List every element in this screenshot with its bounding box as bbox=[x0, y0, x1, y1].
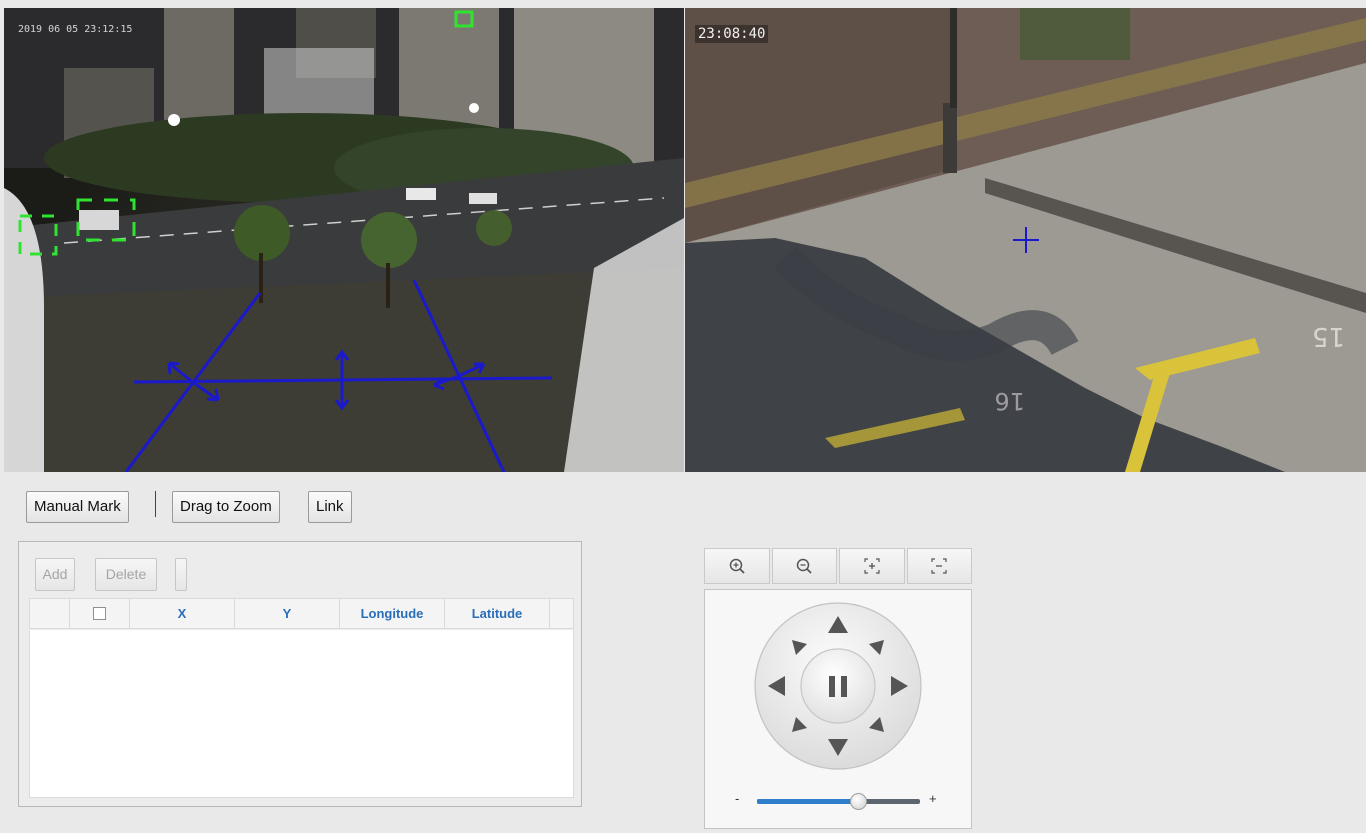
focus-near-icon bbox=[864, 558, 880, 574]
zoom-out-button[interactable] bbox=[771, 548, 837, 584]
column-header-y[interactable]: Y bbox=[235, 599, 340, 628]
svg-text:15: 15 bbox=[1312, 321, 1345, 351]
delete-button[interactable]: Delete bbox=[95, 558, 157, 591]
zoom-out-icon bbox=[797, 558, 812, 574]
ptz-toolbar bbox=[704, 548, 972, 584]
focus-far-button[interactable] bbox=[906, 548, 972, 584]
select-all-cell bbox=[70, 599, 130, 628]
ptz-video[interactable]: 15 16 23:08:40 bbox=[685, 8, 1366, 472]
manual-mark-button[interactable]: Manual Mark bbox=[26, 491, 129, 523]
column-header-longitude[interactable]: Longitude bbox=[340, 599, 445, 628]
toolbar-separator bbox=[155, 491, 156, 517]
slider-max-label: + bbox=[929, 791, 937, 806]
slider-min-label: - bbox=[735, 791, 740, 806]
link-button[interactable]: Link bbox=[308, 491, 352, 523]
zoom-speed-slider[interactable]: - + bbox=[735, 791, 945, 811]
mark-panel: Add Delete X Y Longitude Latitude bbox=[18, 541, 582, 807]
panorama-video[interactable]: 2019 06 05 23:12:15 bbox=[4, 8, 684, 472]
ptz-direction-pad bbox=[754, 602, 922, 770]
column-header-spacer bbox=[550, 599, 573, 628]
drag-to-zoom-button[interactable]: Drag to Zoom bbox=[172, 491, 280, 523]
ptz-timestamp: 23:08:40 bbox=[695, 25, 769, 43]
mark-table-body[interactable] bbox=[29, 630, 574, 798]
select-all-checkbox[interactable] bbox=[93, 607, 106, 620]
ptz-control-panel: - + bbox=[704, 589, 972, 829]
slider-track[interactable] bbox=[757, 799, 920, 804]
zoom-in-icon bbox=[729, 558, 745, 574]
slider-thumb[interactable] bbox=[850, 793, 868, 810]
slider-fill bbox=[757, 799, 859, 804]
row-index-column bbox=[30, 599, 70, 628]
mark-table-header: X Y Longitude Latitude bbox=[29, 598, 574, 629]
ptz-scene: 15 16 bbox=[685, 8, 1366, 472]
zoom-in-button[interactable] bbox=[704, 548, 770, 584]
column-header-x[interactable]: X bbox=[130, 599, 235, 628]
more-button[interactable] bbox=[175, 558, 187, 591]
column-header-latitude[interactable]: Latitude bbox=[445, 599, 550, 628]
svg-text:16: 16 bbox=[994, 387, 1025, 415]
panorama-timestamp: 2019 06 05 23:12:15 bbox=[18, 24, 133, 35]
focus-far-icon bbox=[931, 558, 947, 574]
focus-near-button[interactable] bbox=[839, 548, 905, 584]
panorama-scene bbox=[4, 8, 684, 472]
add-button[interactable]: Add bbox=[35, 558, 75, 591]
